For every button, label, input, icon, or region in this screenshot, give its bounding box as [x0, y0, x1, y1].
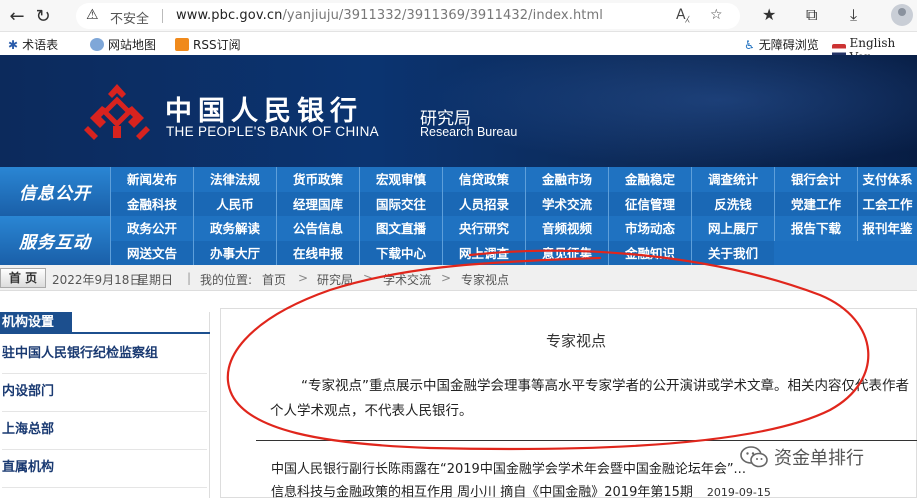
- page-title: 专家视点: [546, 332, 607, 350]
- nav-link[interactable]: 网送文告: [110, 240, 193, 266]
- nav-link[interactable]: 金融稳定: [608, 167, 691, 192]
- article-link[interactable]: 中国人民银行副行长陈雨露在“2019中国金融学会学术年会暨中国金融论坛年会”..…: [271, 458, 746, 477]
- breadcrumb: 首 页 2022年9月18日 星期日 | 我的位置: 首页 > 研究局 > 学术…: [0, 265, 917, 291]
- sidebar-item-discipline-inspection[interactable]: 驻中国人民银行纪检监察组: [2, 336, 207, 374]
- section-service-interaction: 服务互动: [0, 216, 110, 265]
- back-icon[interactable]: ←: [4, 3, 30, 29]
- accessibility-link[interactable]: ♿ 无障碍浏览: [744, 36, 819, 53]
- nav-link[interactable]: 金融知识: [608, 240, 691, 266]
- nav-link[interactable]: 法律法规: [193, 167, 276, 192]
- warning-icon[interactable]: ⚠: [86, 7, 99, 23]
- nav-link[interactable]: 调查统计: [691, 167, 774, 192]
- favorites-icon[interactable]: ★: [762, 5, 776, 24]
- nav-link[interactable]: 金融市场: [525, 167, 608, 192]
- sidebar-item-shanghai-hq[interactable]: 上海总部: [2, 412, 207, 450]
- crumb-academic-exchange[interactable]: 学术交流: [383, 271, 431, 288]
- nav-link[interactable]: 图文直播: [359, 216, 442, 241]
- nav-link[interactable]: 办事大厅: [193, 240, 276, 266]
- sidebar-item-internal-departments[interactable]: 内设部门: [2, 374, 207, 412]
- article-link[interactable]: 信息科技与金融政策的相互作用 周小川 摘自《中国金融》2019年第15期 2019…: [271, 481, 771, 500]
- download-icon[interactable]: ⤓: [850, 5, 857, 25]
- nav-link[interactable]: 音频视频: [525, 216, 608, 241]
- current-date: 2022年9月18日: [52, 273, 142, 287]
- wechat-icon: [740, 446, 768, 468]
- reload-icon[interactable]: ↻: [30, 3, 56, 29]
- read-aloud-icon[interactable]: A⁁: [676, 7, 689, 23]
- nav-link[interactable]: 网上展厅: [691, 216, 774, 241]
- bank-name-cn: 中国人民银行: [165, 96, 363, 127]
- sitemap-dot-icon: ✱: [8, 37, 19, 52]
- home-button[interactable]: 首 页: [0, 268, 46, 288]
- nav-link[interactable]: 报告下载: [774, 216, 857, 241]
- crumb-expert-view[interactable]: 专家视点: [461, 271, 509, 288]
- rss-icon: [175, 38, 189, 51]
- nav-link[interactable]: 下载中心: [359, 240, 442, 266]
- nav-link[interactable]: 关于我们: [691, 240, 774, 266]
- section-info-disclosure: 信息公开: [0, 167, 110, 216]
- address-bar[interactable]: ⚠ 不安全 www.pbc.gov.cn/yanjiuju/3911332/39…: [76, 3, 740, 29]
- nav-link[interactable]: 政务解读: [193, 216, 276, 241]
- intro-text: “专家视点”重点展示中国金融学会理事等高水平专家学者的公开演讲或学术文章。相关内…: [270, 378, 910, 419]
- collections-icon[interactable]: ⧉: [806, 5, 817, 25]
- sidebar: 机构设置 驻中国人民银行纪检监察组 内设部门 上海总部 直属机构: [0, 312, 210, 498]
- nav-link[interactable]: 央行研究: [442, 216, 525, 241]
- nav-link[interactable]: 银行会计: [774, 167, 857, 192]
- security-label[interactable]: 不安全: [110, 8, 149, 27]
- nav-link[interactable]: 党建工作: [774, 191, 857, 217]
- article-title[interactable]: 中国人民银行副行长陈雨露在“2019中国金融学会学术年会暨中国金融论坛年会”..…: [271, 462, 746, 477]
- nav-link[interactable]: 工会工作: [857, 191, 917, 217]
- nav-link[interactable]: 反洗钱: [691, 191, 774, 217]
- nav-link[interactable]: 政务公开: [110, 216, 193, 241]
- nav-link[interactable]: 在线申报: [276, 240, 359, 266]
- nav-link[interactable]: 宏观审慎: [359, 167, 442, 192]
- globe-icon: [90, 38, 104, 51]
- nav-link[interactable]: 报刊年鉴: [857, 216, 917, 241]
- nav-link[interactable]: 学术交流: [525, 191, 608, 217]
- browser-toolbar: ← ↻ ⚠ 不安全 www.pbc.gov.cn/yanjiuju/391133…: [0, 0, 917, 32]
- watermark-text: 资金单排行: [774, 448, 864, 469]
- nav-link[interactable]: 人民币: [193, 191, 276, 217]
- nav-link[interactable]: 市场动态: [608, 216, 691, 241]
- profile-avatar[interactable]: [891, 4, 913, 26]
- nav-link[interactable]: 人员招录: [442, 191, 525, 217]
- nav-link[interactable]: 网上调查: [442, 240, 525, 266]
- nav-link[interactable]: 征信管理: [608, 191, 691, 217]
- sidebar-heading: 机构设置: [0, 312, 72, 334]
- pboc-logo-icon: [84, 84, 150, 140]
- utility-bar: ✱ 术语表 网站地图 RSS订阅 ♿ 无障碍浏览 English Ver: [0, 32, 917, 64]
- crumb-home[interactable]: 首页: [262, 271, 286, 288]
- accessibility-icon: ♿: [744, 37, 755, 52]
- article-date: 2019-09-15: [706, 486, 771, 499]
- watermark: 资金单排行: [740, 444, 864, 470]
- sidebar-item-affiliated-institutions[interactable]: 直属机构: [2, 450, 207, 488]
- sitemap-link[interactable]: 网站地图: [90, 36, 156, 53]
- nav-link[interactable]: 经理国库: [276, 191, 359, 217]
- nav-link[interactable]: 信贷政策: [442, 167, 525, 192]
- nav-link[interactable]: 金融科技: [110, 191, 193, 217]
- nav-link[interactable]: 支付体系: [857, 167, 917, 192]
- nav-link[interactable]: 意见征集: [525, 240, 608, 266]
- nav-link[interactable]: 国际交往: [359, 191, 442, 217]
- location-label: 我的位置:: [200, 273, 253, 287]
- nav-link[interactable]: 公告信息: [276, 216, 359, 241]
- crumb-research-bureau[interactable]: 研究局: [317, 271, 353, 288]
- bureau-name-en: Research Bureau: [420, 125, 518, 139]
- add-favorite-icon[interactable]: ☆: [710, 7, 723, 23]
- glossary-link[interactable]: ✱ 术语表: [8, 36, 58, 53]
- rss-link[interactable]: RSS订阅: [175, 36, 241, 53]
- url-text[interactable]: www.pbc.gov.cn/yanjiuju/3911332/3911369/…: [176, 8, 603, 23]
- bank-name-en: THE PEOPLE'S BANK OF CHINA: [166, 124, 379, 139]
- nav-link[interactable]: 货币政策: [276, 167, 359, 192]
- current-weekday: 星期日: [137, 273, 174, 287]
- nav-link[interactable]: 新闻发布: [110, 167, 193, 192]
